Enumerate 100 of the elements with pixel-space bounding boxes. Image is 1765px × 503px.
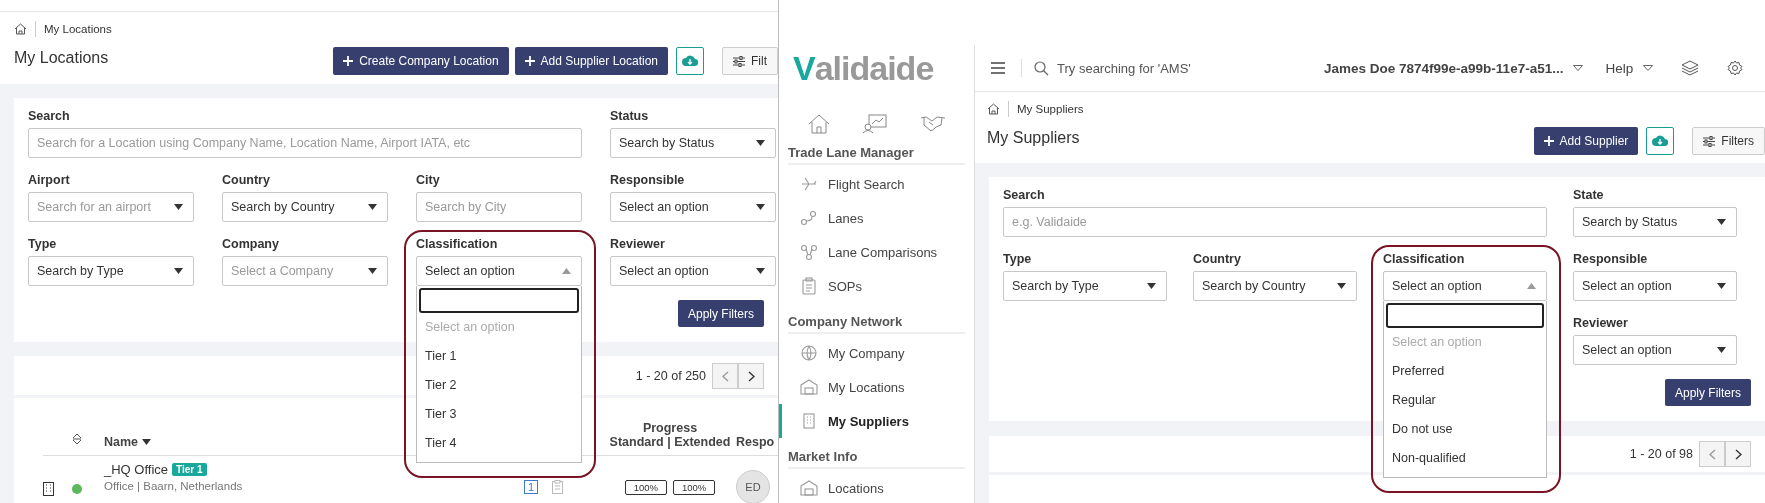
dropdown-search-field[interactable] — [1386, 303, 1544, 328]
download-button[interactable] — [1646, 127, 1675, 155]
next-page-button[interactable] — [1725, 441, 1751, 467]
caret-icon — [368, 204, 377, 210]
plus-icon — [343, 56, 354, 66]
help-menu[interactable]: Help — [1605, 60, 1654, 76]
apply-filters-button[interactable]: Apply Filters — [677, 300, 764, 327]
layers-icon[interactable] — [1681, 60, 1700, 76]
field-label: Type — [1003, 251, 1033, 267]
chevron-left-icon — [1708, 448, 1716, 460]
chevron-right-icon — [1734, 448, 1742, 460]
add-button[interactable]: Create Company Location — [333, 47, 509, 75]
chart-icon[interactable] — [862, 114, 887, 134]
settings-icon[interactable] — [1727, 60, 1744, 76]
clipboard-icon — [800, 277, 818, 295]
add-button[interactable]: Add Supplier — [1533, 127, 1639, 155]
sidebar-item[interactable]: Flight Search — [779, 167, 974, 201]
menu-icon[interactable] — [991, 62, 1005, 74]
page-title: My Suppliers — [987, 129, 1081, 147]
dropdown-option[interactable]: Tier 1 — [419, 342, 579, 371]
caret-icon — [142, 439, 152, 445]
dropdown-option[interactable]: Do not use — [1386, 415, 1544, 444]
select-field[interactable]: Search by Country — [222, 192, 388, 222]
globe-icon — [800, 344, 818, 362]
plus-icon — [1543, 136, 1554, 146]
building-icon — [800, 412, 818, 430]
caret-icon — [756, 268, 765, 274]
select-field[interactable]: Select an option — [1383, 271, 1547, 301]
dropdown-option[interactable]: Tier 2 — [419, 371, 579, 400]
page-range: 1 - 20 of 250 — [635, 369, 706, 383]
caret-icon — [1717, 219, 1726, 225]
select-field[interactable]: Select an option — [1573, 335, 1737, 365]
field-label: Airport — [28, 172, 71, 188]
caret-icon — [1337, 283, 1346, 289]
field-label: State — [1573, 187, 1605, 203]
breadcrumb-link[interactable]: My Suppliers — [1017, 103, 1084, 115]
page-title: My Locations — [14, 49, 110, 67]
breadcrumb-link[interactable]: My Locations — [44, 23, 112, 35]
select-field[interactable]: Search by Status — [1573, 207, 1737, 237]
select-field[interactable]: Select an option — [610, 192, 776, 222]
select-field[interactable]: Search by Type — [28, 256, 194, 286]
select-field[interactable]: Select an option — [416, 256, 582, 286]
add-button[interactable]: Add Supplier Location — [514, 47, 668, 75]
field-label: Responsible — [610, 172, 686, 188]
input-field[interactable]: Search by City — [416, 192, 582, 222]
caret-icon — [174, 268, 183, 274]
field-label: Reviewer — [610, 236, 666, 252]
search-icon — [1034, 60, 1049, 76]
search-field[interactable]: e.g. Validaide — [1003, 207, 1547, 237]
field-label: Type — [28, 236, 58, 252]
apply-filters-button[interactable]: Apply Filters — [1664, 379, 1751, 406]
sidebar-item[interactable]: Lane Comparisons — [779, 235, 974, 269]
caret-icon — [1527, 283, 1536, 289]
user-menu[interactable]: James Doe 7874f99e-a99b-11e7-a51... — [1324, 60, 1584, 76]
dropdown-option[interactable]: Preferred — [1386, 357, 1544, 386]
cloud-download-icon — [1652, 135, 1669, 147]
dropdown-search-field[interactable] — [419, 288, 579, 313]
warehouse-icon — [800, 479, 818, 497]
download-button[interactable] — [676, 47, 704, 75]
select-field[interactable]: Search by Type — [1003, 271, 1167, 301]
caret-icon — [1573, 65, 1584, 71]
tier-badge: Tier 1 — [172, 463, 207, 476]
filters-button[interactable]: Filters — [1692, 127, 1765, 155]
select-field[interactable]: Select an option — [610, 256, 776, 286]
sidebar-item[interactable]: Lanes — [779, 201, 974, 235]
column-header: Progress Standard | Extended — [608, 421, 732, 449]
select-field[interactable]: Search by Country — [1193, 271, 1357, 301]
caret-icon — [1147, 283, 1156, 289]
location-name[interactable]: _HQ Office — [104, 462, 169, 477]
field-label: Classification — [416, 236, 499, 252]
select-field[interactable]: Select an option — [1573, 271, 1737, 301]
sidebar-item[interactable]: Locations — [779, 471, 974, 503]
home-icon[interactable] — [14, 23, 27, 35]
dropdown-option[interactable]: Tier 4 — [419, 429, 579, 458]
sidebar-item[interactable]: My Company — [779, 336, 974, 370]
progress-value: 100% — [673, 480, 716, 495]
dropdown-option[interactable]: Non-qualified — [1386, 444, 1544, 473]
nodes-icon — [800, 243, 818, 261]
count-badge[interactable]: 1 — [524, 480, 539, 494]
search-field[interactable]: Search for a Location using Company Name, Location Name, Airport IATA, etc — [28, 128, 582, 158]
column-header[interactable]: Name — [104, 435, 139, 449]
dropdown-option[interactable]: Regular — [1386, 386, 1544, 415]
select-field[interactable]: Search by Status — [610, 128, 776, 158]
location-subtitle: Office | Baarn, Netherlands — [104, 480, 244, 492]
sidebar-item[interactable]: SOPs — [779, 269, 974, 303]
filters-button[interactable]: Filt — [722, 47, 778, 75]
section-heading: Company Network — [788, 314, 965, 334]
plus-icon — [524, 56, 535, 66]
sort-icon[interactable] — [72, 433, 82, 445]
cloud-download-icon — [682, 55, 698, 67]
home-icon[interactable] — [987, 103, 1000, 115]
field-label: Classification — [1383, 251, 1466, 267]
route-icon — [800, 209, 818, 227]
avatar: ED — [736, 470, 770, 503]
field-label: Company — [222, 236, 280, 252]
caret-icon — [562, 268, 571, 274]
dropdown-option[interactable]: Tier 3 — [419, 400, 579, 429]
caret-icon — [1717, 347, 1726, 353]
next-page-button[interactable] — [738, 363, 764, 389]
sidebar-item[interactable]: My Locations — [779, 370, 974, 404]
